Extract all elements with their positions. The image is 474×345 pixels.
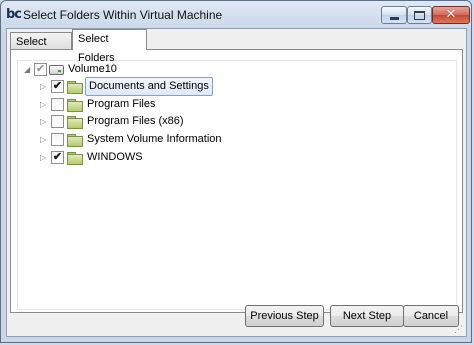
drive-icon (49, 65, 64, 75)
tree-node-program-files[interactable]: ▷ Program Files (18, 96, 318, 113)
folder-icon (67, 99, 83, 112)
maximize-button[interactable] (407, 6, 432, 24)
previous-step-button[interactable]: Previous Step (245, 305, 324, 327)
tree-node-documents-and-settings[interactable]: ▷ ✔ Documents and Settings (18, 77, 318, 96)
tree-node-system-volume-information[interactable]: ▷ System Volume Information (18, 131, 318, 148)
minimize-icon (389, 16, 399, 20)
documents-and-settings-checkbox[interactable]: ✔ (51, 80, 64, 93)
collapsed-arrow-icon[interactable]: ▷ (40, 154, 48, 162)
program-files-x86-checkbox[interactable] (51, 115, 64, 128)
resize-grip-icon[interactable]: ⋰ (454, 324, 464, 334)
close-button[interactable]: ✕ (432, 6, 470, 24)
collapsed-arrow-icon[interactable]: ▷ (40, 118, 48, 126)
tree-node-label: Program Files (x86) (87, 115, 184, 127)
collapsed-arrow-icon[interactable]: ▷ (40, 83, 48, 91)
tab-select-folders[interactable]: Select Folders (72, 29, 147, 64)
collapsed-arrow-icon[interactable]: ▷ (40, 101, 48, 109)
minimize-button[interactable] (381, 6, 407, 24)
tree-node-label: WINDOWS (87, 151, 143, 163)
folder-icon (67, 152, 83, 165)
folder-icon (67, 134, 83, 147)
dialog-window: bc Select Folders Within Virtual Machine… (0, 0, 472, 343)
maximize-icon (414, 10, 425, 20)
app-logo-icon: bc (6, 7, 22, 22)
tree-node-label: Documents and Settings (85, 77, 213, 96)
select-folders-panel: ◢ ✔ Volume10 ▷ ✔ Documents and Settings … (10, 49, 463, 313)
next-step-button[interactable]: Next Step (330, 305, 404, 327)
tree-node-label: Program Files (87, 98, 156, 110)
root-checkbox[interactable]: ✔ (34, 63, 47, 76)
close-icon: ✕ (445, 7, 457, 22)
program-files-checkbox[interactable] (51, 98, 64, 111)
dialog-client-area: Select Disk Select Folders ◢ ✔ Volume10 … (6, 28, 467, 337)
folder-icon (67, 81, 83, 94)
tree-node-program-files-x86[interactable]: ▷ Program Files (x86) (18, 113, 318, 130)
folder-tree: ◢ ✔ Volume10 ▷ ✔ Documents and Settings … (17, 60, 457, 310)
window-title: Select Folders Within Virtual Machine (23, 8, 223, 22)
expanded-arrow-icon[interactable]: ◢ (24, 66, 32, 74)
tree-node-root[interactable]: ◢ ✔ Volume10 (18, 61, 218, 78)
tree-node-windows[interactable]: ▷ ✔ WINDOWS (18, 149, 318, 166)
title-bar[interactable]: bc Select Folders Within Virtual Machine… (1, 1, 471, 29)
windows-checkbox[interactable]: ✔ (51, 151, 64, 164)
collapsed-arrow-icon[interactable]: ▷ (40, 136, 48, 144)
system-volume-information-checkbox[interactable] (51, 133, 64, 146)
folder-icon (67, 116, 83, 129)
cancel-button[interactable]: Cancel (403, 305, 459, 327)
tree-node-label: System Volume Information (87, 133, 222, 145)
